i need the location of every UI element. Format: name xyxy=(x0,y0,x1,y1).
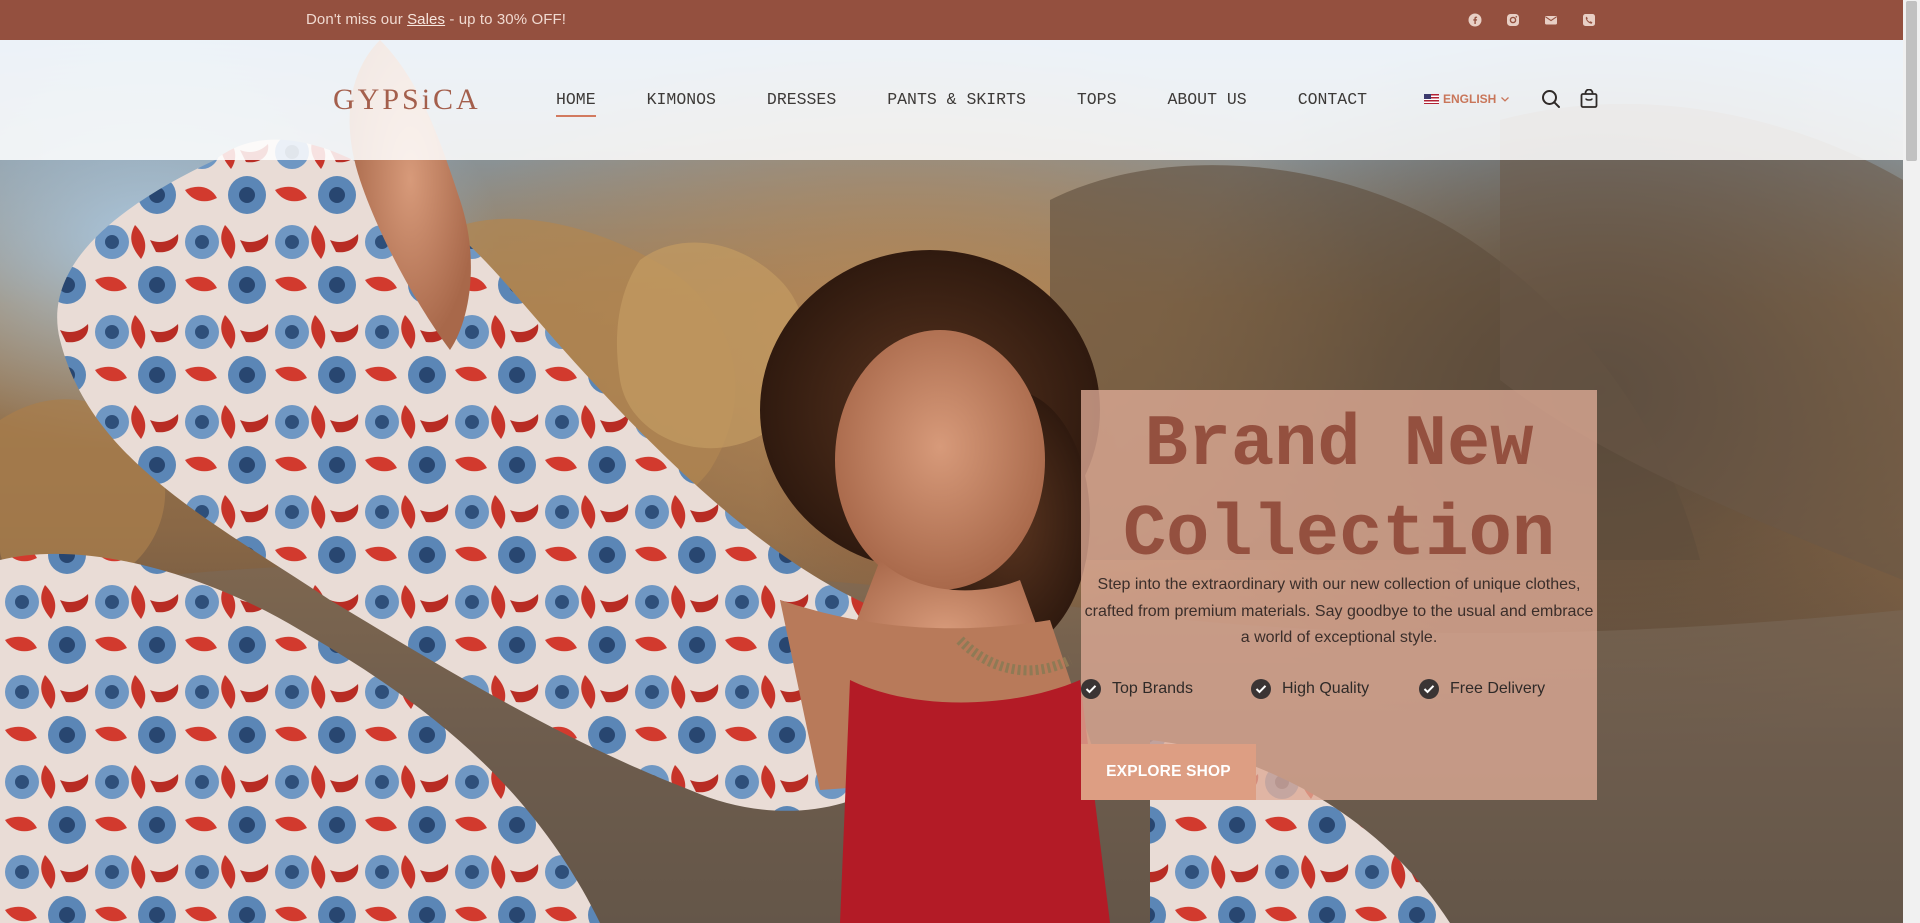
chevron-down-icon xyxy=(1500,92,1510,106)
phone-icon[interactable] xyxy=(1580,11,1598,29)
promo-card: Brand New Collection Step into the extra… xyxy=(1081,390,1597,800)
nav-dresses[interactable]: DRESSES xyxy=(767,90,836,117)
language-label: ENGLISH xyxy=(1443,92,1497,106)
explore-shop-button[interactable]: EXPLORE SHOP xyxy=(1081,744,1256,800)
feature-item: Free Delivery xyxy=(1419,679,1589,699)
nav-kimonos[interactable]: KIMONOS xyxy=(647,90,716,117)
nav-about-us[interactable]: ABOUT US xyxy=(1167,90,1246,117)
email-icon[interactable] xyxy=(1542,11,1560,29)
cart-icon[interactable] xyxy=(1579,88,1599,109)
nav-pants-skirts[interactable]: PANTS & SKIRTS xyxy=(887,90,1026,117)
facebook-icon[interactable] xyxy=(1466,11,1484,29)
social-links xyxy=(1466,11,1598,29)
feature-item: High Quality xyxy=(1251,679,1419,699)
feature-list: Top Brands High Quality Free Delivery xyxy=(1081,679,1589,699)
nav-tops[interactable]: TOPS xyxy=(1077,90,1117,117)
hero-title: Brand New Collection xyxy=(1122,404,1556,576)
scrollbar-thumb[interactable] xyxy=(1906,1,1917,161)
check-circle-icon xyxy=(1081,679,1101,699)
feature-item: Top Brands xyxy=(1081,679,1251,699)
check-circle-icon xyxy=(1419,679,1439,699)
sales-link[interactable]: Sales xyxy=(407,11,445,28)
hero-description: Step into the extraordinary with our new… xyxy=(1084,576,1594,646)
us-flag-icon xyxy=(1424,94,1439,104)
promo-bar: Don't miss our Sales - up to 30% OFF! xyxy=(0,0,1903,40)
site-logo[interactable]: GYPSiCA xyxy=(333,83,481,117)
search-icon[interactable] xyxy=(1541,89,1561,109)
hero-banner xyxy=(0,40,1903,923)
page-scrollbar[interactable] xyxy=(1903,0,1920,923)
nav-contact[interactable]: CONTACT xyxy=(1298,90,1367,117)
hero-photo xyxy=(0,40,1903,923)
promo-text: Don't miss our Sales - up to 30% OFF! xyxy=(306,11,567,28)
instagram-icon[interactable] xyxy=(1504,11,1522,29)
site-header: GYPSiCA HOME KIMONOS DRESSES PANTS & SKI… xyxy=(0,40,1903,160)
nav-home[interactable]: HOME xyxy=(556,90,596,117)
main-nav: HOME KIMONOS DRESSES PANTS & SKIRTS TOPS… xyxy=(556,90,1418,117)
language-switcher[interactable]: ENGLISH xyxy=(1424,92,1510,106)
check-circle-icon xyxy=(1251,679,1271,699)
